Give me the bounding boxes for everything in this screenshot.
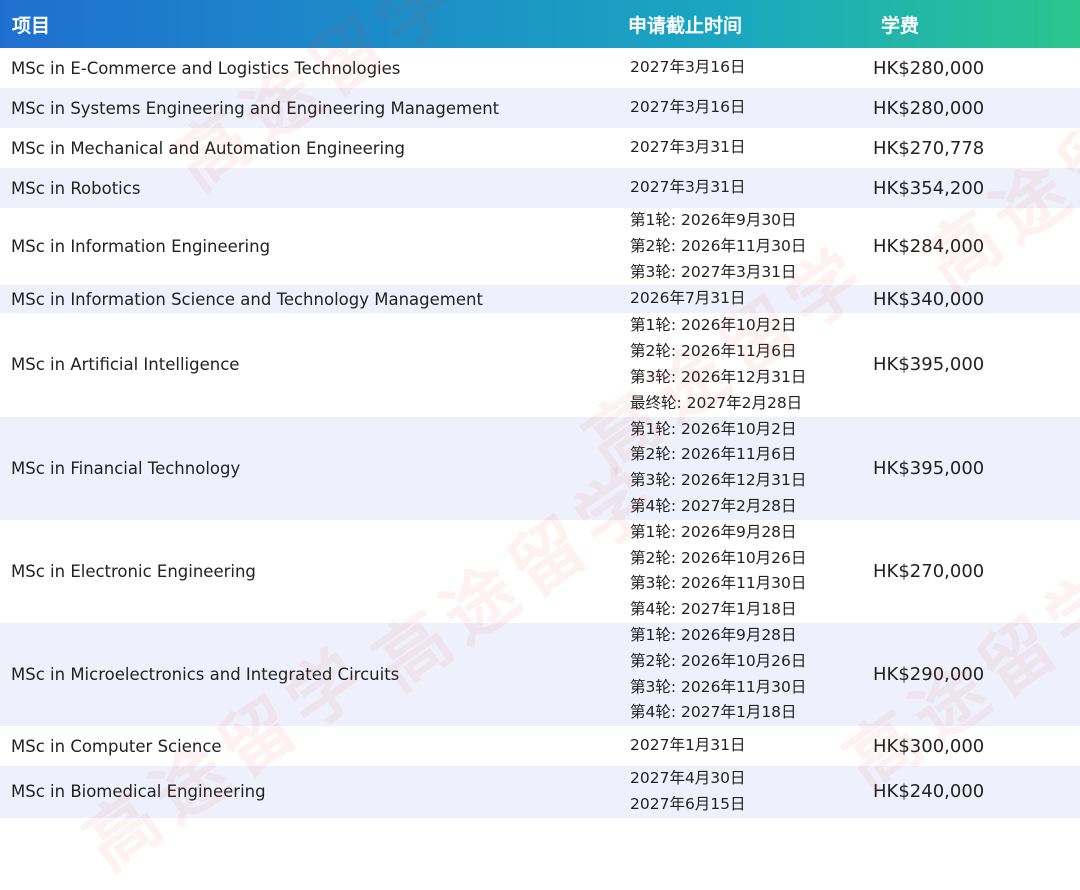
- deadline-line: 第1轮: 2026年9月28日: [630, 522, 797, 541]
- deadline-cell: 2027年4月30日 2027年6月15日: [620, 766, 863, 818]
- deadline-line: 2027年4月30日: [630, 769, 746, 788]
- table-row: MSc in Electronic Engineering 第1轮: 2026年9…: [0, 519, 1080, 623]
- deadline-cell: 2027年3月31日: [620, 128, 863, 168]
- tuition-fee: HK$270,778: [873, 137, 985, 159]
- deadline-line: 第3轮: 2026年12月31日: [630, 367, 807, 386]
- deadline-cell: 2027年3月31日: [620, 168, 863, 208]
- program-name: MSc in Mechanical and Automation Enginee…: [11, 138, 406, 158]
- deadline-line: 2027年6月15日: [630, 794, 746, 813]
- deadline-cell: 2027年3月16日: [620, 48, 863, 88]
- deadline-line: 最终轮: 2027年2月28日: [630, 393, 803, 412]
- table-header-row: 项目 申请截止时间 学费: [0, 0, 1080, 48]
- deadline-line: 第2轮: 2026年10月26日: [630, 548, 807, 567]
- header-fee: 学费: [881, 14, 920, 37]
- program-name: MSc in Systems Engineering and Engineeri…: [11, 98, 500, 118]
- deadline-line: 第1轮: 2026年10月2日: [630, 316, 797, 335]
- tuition-fee: HK$300,000: [873, 735, 985, 757]
- deadline-line: 2026年7月31日: [630, 289, 746, 308]
- deadline-cell: 2027年1月31日: [620, 726, 863, 766]
- deadline-line: 第1轮: 2026年9月28日: [630, 625, 797, 644]
- deadline-line: 2027年3月31日: [630, 138, 746, 157]
- tuition-fee: HK$395,000: [873, 457, 985, 479]
- tuition-fee: HK$395,000: [873, 354, 985, 376]
- deadline-line: 第2轮: 2026年10月26日: [630, 651, 807, 670]
- deadline-cell: 第1轮: 2026年9月28日 第2轮: 2026年10月26日 第3轮: 2026…: [620, 623, 863, 726]
- header-deadline: 申请截止时间: [628, 14, 743, 37]
- program-name: MSc in Computer Science: [11, 736, 222, 756]
- tuition-fee: HK$280,000: [873, 97, 985, 119]
- program-name: MSc in Information Engineering: [11, 237, 271, 257]
- deadline-line: 第1轮: 2026年9月30日: [630, 211, 797, 229]
- deadline-line: 2027年3月16日: [630, 98, 746, 117]
- deadline-line: 2027年3月16日: [630, 58, 746, 77]
- deadline-cell: 第1轮: 2026年10月2日 第2轮: 2026年11月6日 第3轮: 2026年…: [620, 417, 863, 520]
- table-row: MSc in E-Commerce and Logistics Technolo…: [0, 48, 1080, 88]
- table-row: MSc in Financial Technology 第1轮: 2026年10月…: [0, 416, 1080, 520]
- deadline-line: 第3轮: 2027年3月31日: [630, 262, 797, 281]
- table-row: MSc in Computer Science 2027年1月31日 HK$300,…: [0, 726, 1080, 767]
- program-table: 项目 申请截止时间 学费 MSc in E-Commerce and Logis…: [0, 0, 1080, 818]
- table-row: MSc in Information Science and Technolog…: [0, 285, 1080, 314]
- deadline-cell: 2027年3月16日: [620, 88, 863, 128]
- deadline-line: 第1轮: 2026年10月2日: [630, 419, 797, 438]
- program-name: MSc in Artificial Intelligence: [11, 355, 240, 375]
- deadline-line: 第4轮: 2027年2月28日: [630, 496, 797, 515]
- deadline-line: 第2轮: 2026年11月30日: [630, 236, 807, 255]
- deadline-line: 第3轮: 2026年11月30日: [630, 574, 807, 593]
- deadline-cell: 第1轮: 2026年9月30日 第2轮: 2026年11月30日 第3轮: 2027…: [620, 208, 863, 285]
- table-row: MSc in Robotics 2027年3月31日 HK$354,200: [0, 168, 1080, 208]
- deadline-line: 第4轮: 2027年1月18日: [630, 703, 797, 722]
- deadline-line: 第2轮: 2026年11月6日: [630, 342, 797, 361]
- table-row: MSc in Microelectronics and Integrated C…: [0, 622, 1080, 727]
- program-name: MSc in Microelectronics and Integrated C…: [11, 665, 400, 685]
- program-name: MSc in Information Science and Technolog…: [11, 289, 483, 309]
- tuition-fee: HK$284,000: [873, 236, 985, 258]
- table-row: MSc in Artificial Intelligence 第1轮: 2026年…: [0, 313, 1080, 417]
- table-body: MSc in E-Commerce and Logistics Technolo…: [0, 48, 1080, 818]
- tuition-fee: HK$340,000: [873, 288, 985, 310]
- tuition-fee: HK$240,000: [873, 781, 985, 803]
- table-row: MSc in Biomedical Engineering 2027年4月30日 2…: [0, 766, 1080, 818]
- program-name: MSc in Robotics: [11, 178, 141, 198]
- table-row: MSc in Systems Engineering and Engineeri…: [0, 88, 1080, 128]
- deadline-cell: 第1轮: 2026年10月2日 第2轮: 2026年11月6日 第3轮: 2026年…: [620, 313, 863, 416]
- program-name: MSc in Electronic Engineering: [11, 561, 256, 581]
- deadline-line: 第4轮: 2027年1月18日: [630, 600, 797, 619]
- table-row: MSc in Mechanical and Automation Enginee…: [0, 128, 1080, 168]
- program-name: MSc in Financial Technology: [11, 458, 241, 478]
- deadline-line: 第2轮: 2026年11月6日: [630, 445, 797, 464]
- tuition-fee: HK$290,000: [873, 664, 985, 686]
- deadline-cell: 第1轮: 2026年9月28日 第2轮: 2026年10月26日 第3轮: 2026…: [620, 520, 863, 623]
- tuition-fee: HK$280,000: [873, 57, 985, 79]
- deadline-line: 第3轮: 2026年11月30日: [630, 677, 807, 696]
- deadline-line: 2027年3月31日: [630, 178, 746, 197]
- table-row: MSc in Information Engineering 第1轮: 2026年…: [0, 208, 1080, 286]
- program-name: MSc in Biomedical Engineering: [11, 782, 266, 802]
- tuition-fee: HK$354,200: [873, 177, 985, 199]
- deadline-cell: 2026年7月31日: [620, 285, 863, 313]
- header-program: 项目: [12, 14, 51, 37]
- deadline-line: 第3轮: 2026年12月31日: [630, 471, 807, 490]
- tuition-fee: HK$270,000: [873, 560, 985, 582]
- program-name: MSc in E-Commerce and Logistics Technolo…: [11, 58, 401, 78]
- deadline-line: 2027年1月31日: [630, 736, 746, 755]
